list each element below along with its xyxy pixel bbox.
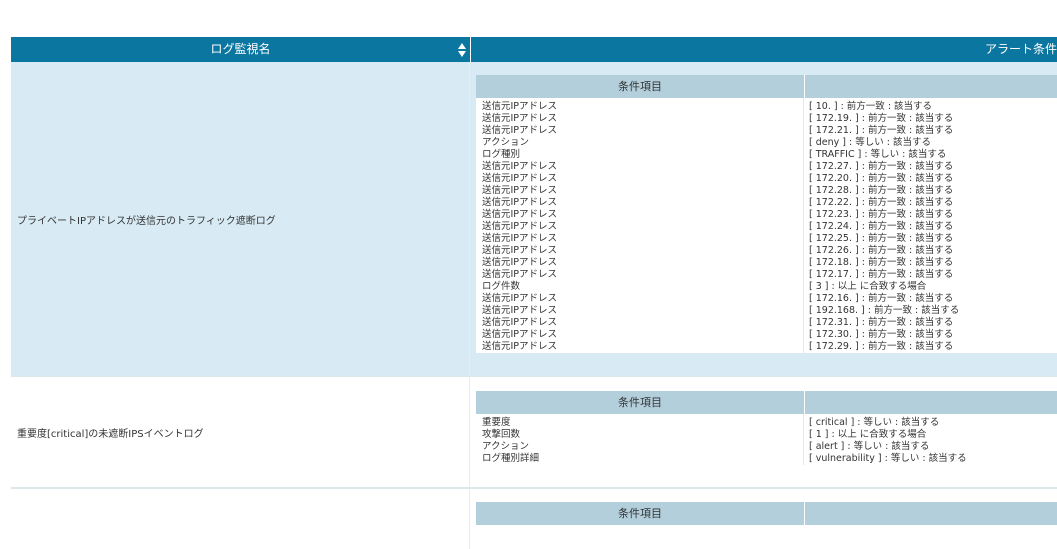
condition-item-value: [ 10. ] : 前方一致 : 該当する bbox=[809, 101, 933, 112]
condition-item-key: 送信元IPアドレス bbox=[482, 341, 558, 352]
condition-item-key: 送信元IPアドレス bbox=[482, 161, 558, 172]
alert-condition-cell: 条件項目 送信元IPアドレス 送信元IPアドレス 送信元IPアドレス アクション ログ種… bbox=[470, 62, 1057, 376]
condition-item-key: 送信元IPアドレス bbox=[482, 209, 558, 220]
condition-item-header: 条件項目 bbox=[476, 502, 805, 525]
condition-item-value: [ 172.19. ] : 前方一致 : 該当する bbox=[809, 113, 954, 124]
condition-keys: 送信元IPアドレス 送信元IPアドレス 送信元IPアドレス アクション ログ種別 送信元I… bbox=[476, 98, 804, 353]
condition-item-key: 送信元IPアドレス bbox=[482, 305, 558, 316]
condition-item-key: ログ件数 bbox=[482, 281, 521, 292]
condition-item-value: [ 1 ] : 以上 に合致する場合 bbox=[809, 429, 927, 440]
condition-table-header: 条件項目 bbox=[476, 391, 1057, 414]
condition-item-value: [ 172.17. ] : 前方一致 : 該当する bbox=[809, 269, 954, 280]
column-header-log-name-label: ログ監視名 bbox=[210, 42, 271, 56]
condition-item-key: アクション bbox=[482, 137, 530, 148]
condition-table: 条件項目 送信元IPアドレス 送信元IPアドレス 送信元IPアドレス アクション ログ種… bbox=[476, 75, 1057, 353]
condition-item-key: ログ種別詳細 bbox=[482, 453, 540, 464]
condition-values: [ critical ] : 等しい : 該当する[ 1 ] : 以上 に合致す… bbox=[804, 414, 1057, 465]
condition-table-body: 重要度 攻撃回数 アクション ログ種別詳細 [ critical ] : 等しい : … bbox=[476, 414, 1057, 465]
alert-condition-cell: 条件項目 bbox=[470, 489, 1057, 549]
table-header: ログ監視名 アラート条件 bbox=[11, 37, 1057, 62]
condition-item-value: [ 172.25. ] : 前方一致 : 該当する bbox=[809, 233, 954, 244]
condition-item-key: 送信元IPアドレス bbox=[482, 125, 558, 136]
condition-item-key: 送信元IPアドレス bbox=[482, 185, 558, 196]
column-header-log-name[interactable]: ログ監視名 bbox=[11, 37, 471, 62]
condition-item-key: 送信元IPアドレス bbox=[482, 101, 558, 112]
condition-item-value: [ 192.168. ] : 前方一致 : 該当する bbox=[809, 305, 960, 316]
condition-item-key: 重要度 bbox=[482, 417, 511, 428]
condition-item-value: [ alert ] : 等しい : 該当する bbox=[809, 441, 930, 452]
condition-item-key: 送信元IPアドレス bbox=[482, 113, 558, 124]
condition-item-key: 送信元IPアドレス bbox=[482, 173, 558, 184]
condition-table: 条件項目 重要度 攻撃回数 アクション ログ種別詳細 [ critical ] : 等… bbox=[476, 391, 1057, 465]
condition-item-key: 送信元IPアドレス bbox=[482, 293, 558, 304]
condition-item-key: 送信元IPアドレス bbox=[482, 233, 558, 244]
condition-item-key: アクション bbox=[482, 441, 530, 452]
condition-item-value: [ 172.22. ] : 前方一致 : 該当する bbox=[809, 197, 954, 208]
condition-item-value: [ 172.26. ] : 前方一致 : 該当する bbox=[809, 245, 954, 256]
log-monitor-table: ログ監視名 アラート条件 プライベートIPアドレスが送信元のトラフィック遮断ログ… bbox=[11, 37, 1057, 549]
condition-item-value: [ critical ] : 等しい : 該当する bbox=[809, 417, 940, 428]
condition-item-key: 攻撃回数 bbox=[482, 429, 521, 440]
condition-item-value: [ TRAFFIC ] : 等しい : 該当する bbox=[809, 149, 947, 160]
condition-item-key: 送信元IPアドレス bbox=[482, 257, 558, 268]
condition-table-header: 条件項目 bbox=[476, 75, 1057, 98]
log-monitor-name: プライベートIPアドレスが送信元のトラフィック遮断ログ bbox=[11, 62, 470, 376]
condition-table-header: 条件項目 bbox=[476, 502, 1057, 525]
condition-item-value: [ 172.18. ] : 前方一致 : 該当する bbox=[809, 257, 954, 268]
condition-values: [ 10. ] : 前方一致 : 該当する[ 172.19. ] : 前方一致 … bbox=[804, 98, 1057, 353]
condition-item-value: [ vulnerability ] : 等しい : 該当する bbox=[809, 453, 967, 464]
condition-item-value: [ 172.23. ] : 前方一致 : 該当する bbox=[809, 209, 954, 220]
condition-item-value: [ 172.29. ] : 前方一致 : 該当する bbox=[809, 341, 954, 352]
condition-item-key: ログ種別 bbox=[482, 149, 521, 160]
table-row[interactable]: 条件項目 bbox=[11, 488, 1057, 549]
condition-item-key: 送信元IPアドレス bbox=[482, 329, 558, 340]
alert-condition-cell: 条件項目 重要度 攻撃回数 アクション ログ種別詳細 [ critical ] : 等… bbox=[470, 377, 1057, 487]
condition-item-key: 送信元IPアドレス bbox=[482, 245, 558, 256]
condition-keys: 重要度 攻撃回数 アクション ログ種別詳細 bbox=[476, 414, 804, 465]
log-monitor-name: 重要度[critical]の未遮断IPSイベントログ bbox=[11, 377, 470, 487]
condition-item-value: [ 172.28. ] : 前方一致 : 該当する bbox=[809, 185, 954, 196]
condition-item-value: [ 172.31. ] : 前方一致 : 該当する bbox=[809, 317, 954, 328]
sort-icon[interactable] bbox=[458, 43, 466, 57]
condition-table-body: 送信元IPアドレス 送信元IPアドレス 送信元IPアドレス アクション ログ種別 送信元I… bbox=[476, 98, 1057, 353]
condition-item-key: 送信元IPアドレス bbox=[482, 221, 558, 232]
condition-item-value: [ 3 ] : 以上 に合致する場合 bbox=[809, 281, 927, 292]
condition-item-header: 条件項目 bbox=[476, 391, 805, 414]
condition-item-value: [ 172.27. ] : 前方一致 : 該当する bbox=[809, 161, 954, 172]
log-monitor-name bbox=[11, 489, 470, 549]
table-row[interactable]: プライベートIPアドレスが送信元のトラフィック遮断ログ 条件項目 送信元IPアド… bbox=[11, 62, 1057, 377]
condition-table: 条件項目 bbox=[476, 502, 1057, 525]
condition-item-key: 送信元IPアドレス bbox=[482, 269, 558, 280]
condition-item-value: [ 172.16. ] : 前方一致 : 該当する bbox=[809, 293, 954, 304]
condition-item-value: [ 172.20. ] : 前方一致 : 該当する bbox=[809, 173, 954, 184]
column-header-alert-condition: アラート条件 bbox=[471, 37, 1057, 62]
condition-item-value: [ 172.21. ] : 前方一致 : 該当する bbox=[809, 125, 954, 136]
table-row[interactable]: 重要度[critical]の未遮断IPSイベントログ 条件項目 重要度 攻撃回数ア… bbox=[11, 377, 1057, 488]
condition-item-key: 送信元IPアドレス bbox=[482, 317, 558, 328]
column-header-alert-condition-label: アラート条件 bbox=[984, 42, 1057, 56]
condition-item-value: [ 172.24. ] : 前方一致 : 該当する bbox=[809, 221, 954, 232]
condition-item-value: [ deny ] : 等しい : 該当する bbox=[809, 137, 931, 148]
condition-item-header: 条件項目 bbox=[476, 75, 805, 98]
condition-item-key: 送信元IPアドレス bbox=[482, 197, 558, 208]
condition-item-value: [ 172.30. ] : 前方一致 : 該当する bbox=[809, 329, 954, 340]
